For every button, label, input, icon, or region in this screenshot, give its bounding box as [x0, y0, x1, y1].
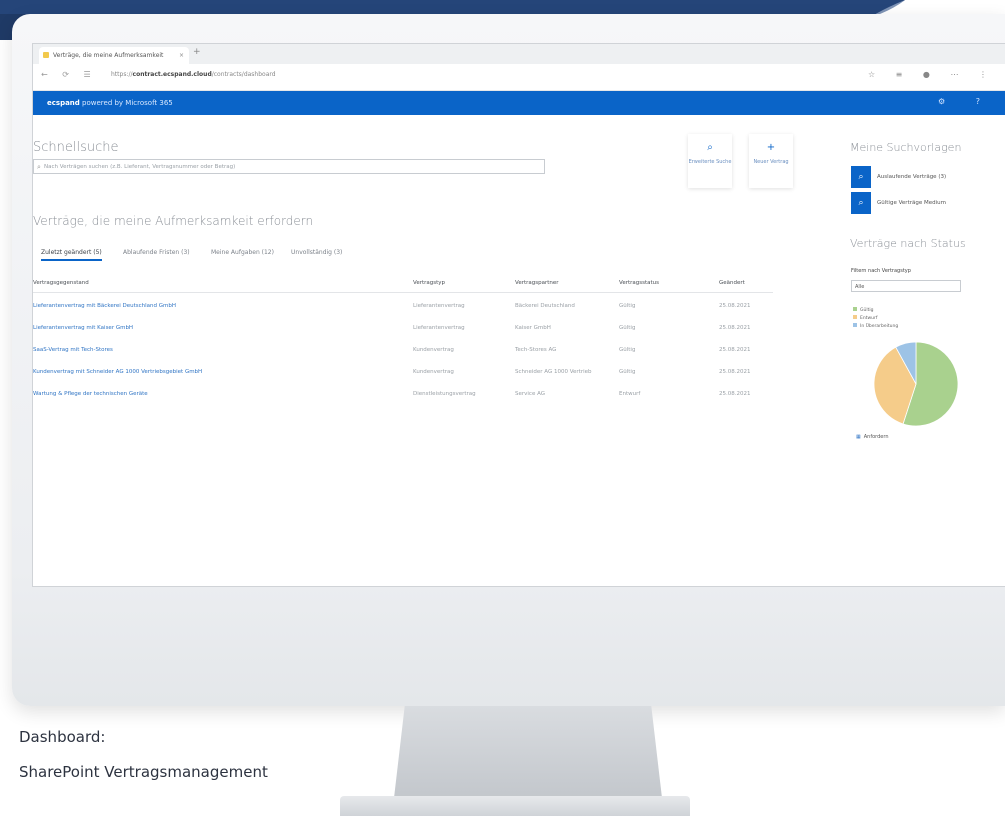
- legend-swatch: [853, 307, 857, 311]
- caption-title: Dashboard:: [19, 728, 106, 746]
- templates-heading: Meine Suchvorlagen: [850, 141, 962, 154]
- monitor-stand: [394, 706, 662, 798]
- column-header[interactable]: Vertragspartner: [515, 280, 559, 286]
- table-header: Vertragsgegenstand Vertragstyp Vertragsp…: [33, 276, 773, 293]
- contract-status: Entwurf: [619, 391, 641, 397]
- contract-status: Gültig: [619, 347, 636, 353]
- column-header[interactable]: Vertragstyp: [413, 280, 445, 286]
- new-tab-icon[interactable]: +: [193, 47, 201, 57]
- favicon-icon: [43, 52, 49, 58]
- browser-tabbar: Verträge, die meine Aufmerksamkeit erfor…: [33, 44, 1005, 76]
- legend-swatch: [853, 323, 857, 327]
- search-input[interactable]: ⌕ Nach Verträgen suchen (z.B. Lieferant,…: [33, 159, 545, 174]
- contract-link[interactable]: Lieferantenvertrag mit Kaiser GmbH: [33, 325, 133, 331]
- plus-icon: +: [766, 142, 776, 153]
- table-icon: ▦: [856, 434, 861, 440]
- suite-title[interactable]: ecspand powered by Microsoft 365: [47, 99, 173, 107]
- contract-modified: 25.08.2021: [719, 391, 751, 397]
- template-item[interactable]: ⌕ Gültige Verträge Medium: [851, 192, 961, 214]
- contract-type: Kundenvertrag: [413, 369, 454, 375]
- browser-tab[interactable]: Verträge, die meine Aufmerksamkeit erfor…: [39, 47, 189, 76]
- legend-item: In Überarbeitung: [853, 323, 898, 331]
- column-header[interactable]: Vertragsgegenstand: [33, 280, 89, 286]
- legend-item: Gültig: [853, 307, 898, 315]
- search-icon: ⌕: [37, 163, 41, 171]
- table-row[interactable]: SaaS-Vertrag mit Tech-Stores Kundenvertr…: [33, 340, 773, 362]
- legend-label: In Überarbeitung: [860, 324, 899, 329]
- monitor-base: [340, 796, 690, 816]
- settings-icon[interactable]: ⚙ ?: [938, 97, 994, 106]
- search-icon: ⌕: [707, 142, 713, 153]
- status-heading: Verträge nach Status: [850, 237, 966, 250]
- contract-modified: 25.08.2021: [719, 369, 751, 375]
- status-pie-chart: [873, 341, 959, 427]
- advanced-search-button[interactable]: ⌕ Erweiterte Suche: [688, 134, 732, 188]
- contract-status: Gültig: [619, 303, 636, 309]
- template-label: Gültige Verträge Medium: [877, 200, 946, 206]
- export-button[interactable]: ▦ Anfordern: [856, 434, 889, 440]
- column-header[interactable]: Geändert: [719, 280, 745, 286]
- contract-type: Dienstleistungsvertrag: [413, 391, 476, 397]
- contract-link[interactable]: Wartung & Pflege der technischen Geräte: [33, 391, 148, 397]
- filter-label: Filtern nach Vertragstyp: [851, 268, 911, 274]
- contract-type: Kundenvertrag: [413, 347, 454, 353]
- url-field[interactable]: https://contract.ecspand.cloud/contracts…: [111, 71, 276, 78]
- column-header[interactable]: Vertragsstatus: [619, 280, 659, 286]
- search-placeholder: Nach Verträgen suchen (z.B. Lieferant, V…: [44, 164, 236, 170]
- contract-link[interactable]: Lieferantenvertrag mit Bäckerei Deutschl…: [33, 303, 176, 309]
- table-row[interactable]: Lieferantenvertrag mit Kaiser GmbH Liefe…: [33, 318, 773, 340]
- contract-modified: 25.08.2021: [719, 303, 751, 309]
- contract-link[interactable]: Kundenvertrag mit Schneider AG 1000 Vert…: [33, 369, 202, 375]
- tile-label: Neuer Vertrag: [753, 159, 789, 165]
- legend-label: Entwurf: [860, 316, 878, 321]
- contract-status: Gültig: [619, 369, 636, 375]
- export-label: Anfordern: [863, 434, 889, 440]
- chart-legend: Gültig Entwurf In Überarbeitung: [853, 307, 898, 331]
- browser-toolbar-icons[interactable]: ☆ ≡ ● ⋯ ⋮: [868, 70, 996, 79]
- contract-link[interactable]: SaaS-Vertrag mit Tech-Stores: [33, 347, 113, 353]
- table-row[interactable]: Wartung & Pflege der technischen Geräte …: [33, 384, 773, 406]
- new-contract-button[interactable]: + Neuer Vertrag: [749, 134, 793, 188]
- address-bar: ← ⟳ ☰ https://contract.ecspand.cloud/con…: [33, 64, 1005, 91]
- nav-icons[interactable]: ← ⟳ ☰: [41, 70, 97, 79]
- filter-select[interactable]: Alle: [851, 280, 961, 292]
- tab-my-tasks[interactable]: Meine Aufgaben (12): [211, 249, 274, 256]
- caption-subtitle: SharePoint Vertragsmanagement: [19, 763, 268, 781]
- contract-partner: Schneider AG 1000 Vertrieb: [515, 369, 592, 375]
- contract-partner: Tech-Stores AG: [515, 347, 557, 353]
- search-heading: Schnellsuche: [33, 140, 119, 155]
- close-icon[interactable]: ×: [179, 47, 184, 64]
- contract-partner: Bäckerei Deutschland: [515, 303, 575, 309]
- suite-bar: ecspand powered by Microsoft 365 ⚙ ?: [33, 91, 1005, 115]
- tab-recently-changed[interactable]: Zuletzt geändert (5): [41, 249, 102, 261]
- table-row[interactable]: Kundenvertrag mit Schneider AG 1000 Vert…: [33, 362, 773, 384]
- contract-type: Lieferantenvertrag: [413, 303, 465, 309]
- tab-incomplete[interactable]: Unvollständig (3): [291, 249, 342, 256]
- search-icon: ⌕: [851, 166, 871, 188]
- legend-swatch: [853, 315, 857, 319]
- tab-deadlines[interactable]: Ablaufende Fristen (3): [123, 249, 190, 256]
- contract-modified: 25.08.2021: [719, 325, 751, 331]
- contract-partner: Kaiser GmbH: [515, 325, 551, 331]
- template-item[interactable]: ⌕ Auslaufende Verträge (3): [851, 166, 961, 188]
- contract-partner: Service AG: [515, 391, 546, 397]
- tile-label: Erweiterte Suche: [688, 159, 732, 165]
- search-icon: ⌕: [851, 192, 871, 214]
- template-label: Auslaufende Verträge (3): [877, 174, 947, 180]
- contract-type: Lieferantenvertrag: [413, 325, 465, 331]
- legend-item: Entwurf: [853, 315, 898, 323]
- contract-status: Gültig: [619, 325, 636, 331]
- browser-window: Verträge, die meine Aufmerksamkeit erfor…: [32, 43, 1005, 587]
- contract-modified: 25.08.2021: [719, 347, 751, 353]
- table-row[interactable]: Lieferantenvertrag mit Bäckerei Deutschl…: [33, 296, 773, 318]
- legend-label: Gültig: [860, 308, 874, 313]
- contracts-heading: Verträge, die meine Aufmerksamkeit erfor…: [33, 214, 314, 228]
